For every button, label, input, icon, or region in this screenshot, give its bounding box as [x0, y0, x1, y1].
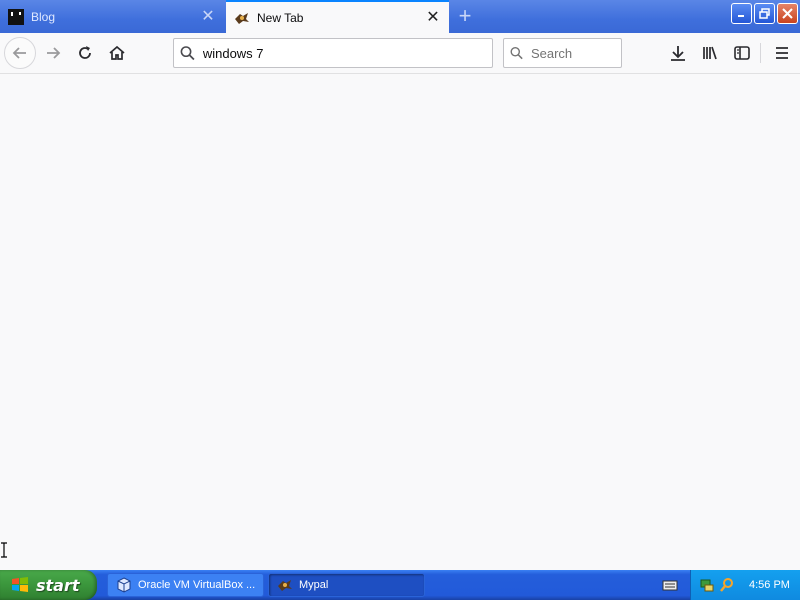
windows-logo-icon — [12, 577, 28, 592]
window-controls — [731, 3, 798, 24]
tab-label: Blog — [31, 10, 56, 24]
network-icon[interactable] — [699, 577, 715, 593]
virtualbox-icon — [117, 577, 131, 593]
back-button[interactable] — [4, 37, 36, 69]
taskbar-item-virtualbox[interactable]: Oracle VM VirtualBox ... — [107, 573, 264, 597]
close-window-button[interactable] — [777, 3, 798, 24]
restore-icon — [759, 8, 770, 19]
keyboard-icon[interactable] — [662, 577, 678, 593]
minimize-button[interactable] — [731, 3, 752, 24]
restore-button[interactable] — [754, 3, 775, 24]
search-bar[interactable] — [503, 38, 622, 68]
hamburger-menu-icon — [776, 47, 788, 59]
tab-new-tab[interactable]: New Tab ✕ — [226, 0, 449, 33]
taskbar: start Oracle VM VirtualBox ... Mypal 4:5… — [0, 570, 800, 600]
address-bar[interactable] — [173, 38, 493, 68]
page-content[interactable] — [0, 74, 800, 570]
sidebar-icon — [734, 46, 750, 60]
clock: 4:56 PM — [749, 579, 790, 591]
reload-button[interactable] — [69, 37, 101, 69]
download-icon — [671, 46, 685, 61]
downloads-button[interactable] — [662, 37, 694, 69]
tab-label: New Tab — [257, 10, 304, 25]
search-icon — [510, 47, 523, 60]
navigation-toolbar — [0, 33, 800, 74]
task-label: Mypal — [299, 579, 329, 591]
mypal-icon — [278, 580, 292, 591]
search-icon — [180, 46, 195, 61]
forward-button[interactable] — [37, 37, 69, 69]
system-tray: 4:56 PM — [690, 570, 800, 600]
start-label: start — [36, 575, 80, 595]
close-icon — [782, 8, 793, 19]
blog-favicon-icon — [8, 9, 24, 25]
tab-blog[interactable]: Blog ✕ — [0, 1, 224, 33]
library-button[interactable] — [694, 37, 726, 69]
home-icon — [109, 45, 125, 60]
mypal-favicon-icon — [235, 12, 249, 24]
arrow-right-icon — [47, 47, 61, 59]
library-icon — [703, 46, 717, 60]
close-tab-icon[interactable]: ✕ — [425, 9, 441, 26]
sidebar-toggle-button[interactable] — [726, 37, 758, 69]
magnifier-icon[interactable] — [719, 577, 735, 593]
tab-strip: Blog ✕ New Tab ✕ + — [0, 0, 800, 33]
start-button[interactable]: start — [0, 570, 97, 600]
reload-icon — [79, 46, 91, 59]
text-cursor-icon — [1, 542, 7, 558]
url-input[interactable] — [202, 45, 492, 61]
close-tab-icon[interactable]: ✕ — [200, 9, 216, 25]
home-button[interactable] — [101, 37, 133, 69]
minimize-icon — [738, 15, 744, 17]
taskbar-item-mypal[interactable]: Mypal — [268, 573, 425, 597]
new-tab-button[interactable]: + — [454, 5, 476, 28]
search-input[interactable] — [530, 45, 621, 61]
menu-button[interactable] — [766, 37, 798, 69]
toolbar-separator — [760, 43, 761, 63]
arrow-left-icon — [12, 47, 26, 59]
task-label: Oracle VM VirtualBox ... — [138, 579, 256, 591]
